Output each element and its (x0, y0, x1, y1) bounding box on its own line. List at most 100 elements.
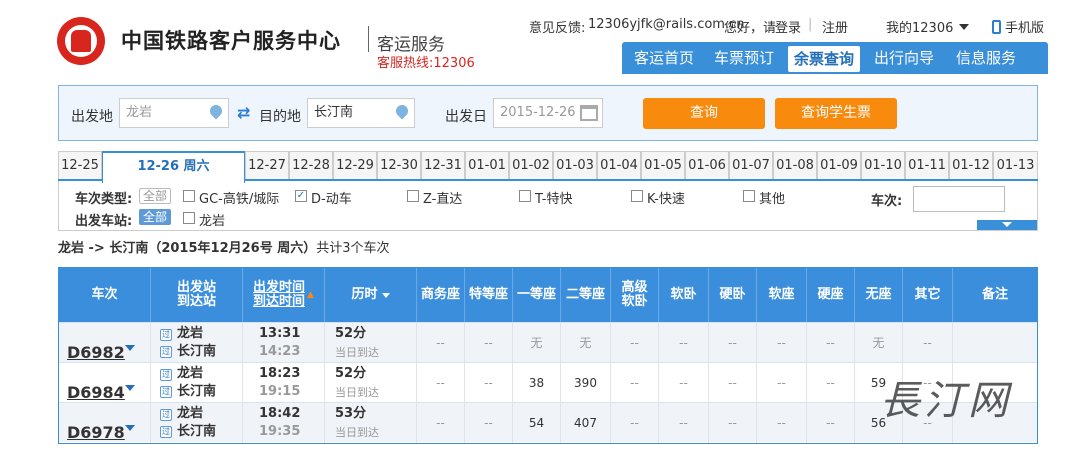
feedback-email-link[interactable]: 12306yjfk@rails.com.cn (588, 17, 745, 32)
date-tab[interactable]: 01-01 (465, 151, 509, 179)
nav-home[interactable]: 客运首页 (634, 42, 694, 74)
date-tab[interactable]: 12-28 (289, 151, 333, 179)
col-times-label: 出发时间 到达时间 (253, 280, 306, 309)
mobile-link[interactable]: 手机版 (992, 17, 1044, 36)
type-gc-label: GC-高铁/城际 (199, 192, 280, 207)
type-gc-checkbox[interactable] (183, 190, 195, 202)
seat-cell: -- (709, 403, 757, 443)
col-stations: 出发站 到达站 (151, 268, 243, 322)
register-link[interactable]: 注册 (822, 17, 848, 36)
date-tab[interactable]: 01-11 (905, 151, 949, 179)
pass-badge-icon: 过 (160, 329, 172, 341)
date-tab-active[interactable]: 12-26 周六 (102, 151, 245, 183)
login-link[interactable]: 登录 (775, 17, 801, 36)
seat-cell: 无 (561, 323, 611, 363)
chevron-down-icon[interactable] (125, 385, 135, 391)
train-count: 共计3个车次 (316, 241, 390, 256)
station-checkbox[interactable] (183, 212, 195, 224)
stations-cell: 过 龙岩 过 长汀南 (151, 363, 243, 403)
from-input[interactable]: 龙岩 (119, 98, 229, 128)
date-tab[interactable]: 12-25 (58, 151, 102, 179)
type-z-checkbox[interactable] (407, 190, 419, 202)
nav-travel-guide[interactable]: 出行向导 (874, 42, 934, 74)
type-k-label: K-快速 (647, 192, 685, 207)
type-k-checkbox[interactable] (631, 190, 643, 202)
date-tab[interactable]: 01-06 (685, 151, 729, 179)
to-input[interactable]: 长汀南 (307, 98, 415, 128)
train-no-label: 车次: (871, 194, 903, 209)
from-station: 龙岩 (177, 366, 204, 381)
table-row: D6982 过 龙岩 过 长汀南 13:31 14:23 52分 当日到达 --… (59, 322, 1037, 363)
date-input[interactable]: 2015-12-26 (493, 98, 603, 128)
arrival-note: 当日到达 (335, 426, 379, 439)
type-t-label: T-特快 (535, 192, 573, 207)
nav-ticket-query[interactable]: 余票查询 (788, 46, 861, 72)
date-tab[interactable]: 12-29 (333, 151, 377, 179)
seat-cell: -- (757, 403, 807, 443)
railway-logo-icon[interactable] (57, 17, 105, 65)
type-d-checkbox[interactable]: ✓ (295, 190, 307, 202)
date-tab[interactable]: 01-10 (861, 151, 905, 179)
date-tab[interactable]: 12-31 (421, 151, 465, 179)
duration: 52分 (335, 366, 367, 381)
seat-cell: -- (611, 363, 659, 403)
my12306-menu[interactable]: 我的12306 (886, 17, 970, 36)
date-tab[interactable]: 01-08 (773, 151, 817, 179)
seat-cell: -- (903, 323, 953, 363)
date-tab[interactable]: 01-12 (949, 151, 993, 179)
date-tab[interactable]: 01-04 (597, 151, 641, 179)
chevron-down-icon[interactable] (125, 345, 135, 351)
date-tab[interactable]: 01-05 (641, 151, 685, 179)
train-number-link[interactable]: D6978 (67, 413, 125, 453)
swap-icon[interactable]: ⇄ (237, 105, 255, 121)
seat-cell: 无 (513, 323, 561, 363)
train-cell: D6984 (59, 363, 151, 403)
date-tab[interactable]: 01-13 (993, 151, 1038, 179)
col-second: 二等座 (561, 268, 611, 322)
my12306-label: 我的12306 (886, 21, 954, 36)
nav-booking[interactable]: 车票预订 (714, 42, 774, 74)
departure-time: 13:31 (259, 326, 301, 341)
type-z-label: Z-直达 (423, 192, 463, 207)
times-cell: 18:42 19:35 (243, 403, 325, 443)
type-t-checkbox[interactable] (519, 190, 531, 202)
site-title: 中国铁路客户服务中心 (121, 28, 341, 53)
seat-cell: 54 (513, 403, 561, 443)
date-tab[interactable]: 01-07 (729, 151, 773, 179)
train-no-input[interactable] (913, 186, 1005, 212)
arrival-time: 19:35 (259, 424, 301, 439)
arrival-note: 当日到达 (335, 386, 379, 399)
times-cell: 13:31 14:23 (243, 323, 325, 363)
seat-cell: -- (807, 403, 855, 443)
date-tab[interactable]: 12-27 (245, 151, 289, 179)
col-duration-label: 历时 (351, 287, 378, 302)
col-deluxe-sleeper: 高级 软卧 (611, 268, 659, 322)
date-tab[interactable]: 01-03 (553, 151, 597, 179)
train-cell: D6982 (59, 323, 151, 363)
seat-cell: -- (417, 363, 465, 403)
hotline: 客服热线:12306 (377, 56, 475, 71)
col-times[interactable]: 出发时间 到达时间 ▲ (243, 268, 325, 322)
seat-cell: -- (659, 323, 709, 363)
arrival-time: 14:23 (259, 344, 301, 359)
type-all-button[interactable]: 全部 (139, 188, 171, 204)
date-tab[interactable]: 01-02 (509, 151, 553, 179)
col-first: 一等座 (513, 268, 561, 322)
date-value: 2015-12-26 (500, 105, 576, 120)
query-button[interactable]: 查询 (643, 98, 765, 129)
col-business: 商务座 (417, 268, 465, 322)
seat-cell: -- (465, 323, 513, 363)
chevron-down-icon[interactable] (125, 425, 135, 431)
nav-info-service[interactable]: 信息服务 (956, 42, 1016, 74)
type-other-checkbox[interactable] (743, 190, 755, 202)
col-duration[interactable]: 历时 (325, 268, 417, 322)
seat-cell: -- (659, 363, 709, 403)
station-all-button[interactable]: 全部 (139, 209, 171, 225)
seat-cell: -- (757, 363, 807, 403)
date-tab[interactable]: 01-09 (817, 151, 861, 179)
from-label: 出发地 (71, 109, 113, 125)
date-tab[interactable]: 12-30 (377, 151, 421, 179)
expand-filters-toggle[interactable] (977, 220, 1037, 230)
student-query-button[interactable]: 查询学生票 (775, 98, 897, 129)
pass-badge-icon: 过 (160, 386, 172, 398)
